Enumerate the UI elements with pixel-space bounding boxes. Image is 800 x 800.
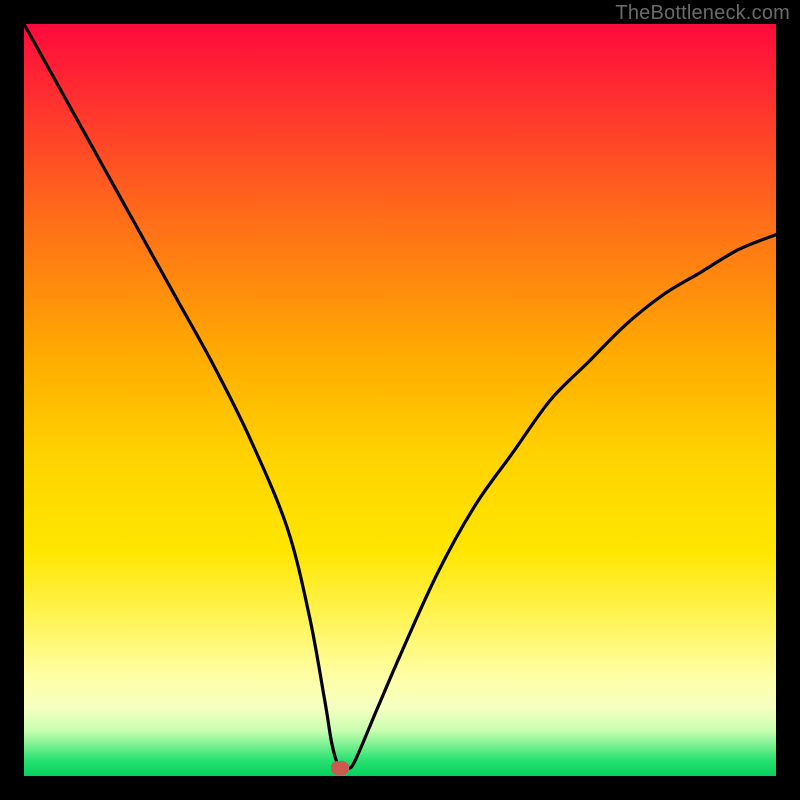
watermark-text: TheBottleneck.com	[615, 2, 790, 25]
chart-frame: TheBottleneck.com	[0, 0, 800, 800]
optimal-point-marker	[331, 761, 349, 775]
curve-path	[24, 24, 776, 770]
bottleneck-curve	[24, 24, 776, 776]
plot-area	[24, 24, 776, 776]
